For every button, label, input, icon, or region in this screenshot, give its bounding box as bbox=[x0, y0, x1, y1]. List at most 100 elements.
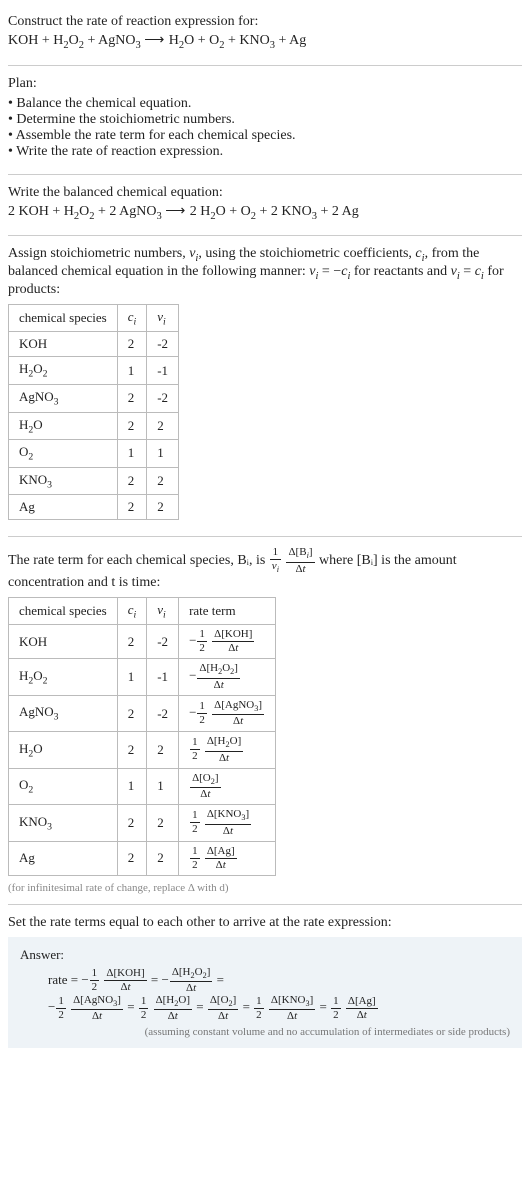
table-row: H2O21-1 bbox=[9, 357, 179, 385]
plan-item: Determine the stoichiometric numbers. bbox=[8, 112, 522, 128]
table-row: KNO322 bbox=[9, 467, 179, 495]
cell-species: O2 bbox=[9, 768, 118, 804]
cell-v: 2 bbox=[147, 412, 179, 440]
cell-rate: −12 Δ[AgNO3]Δt bbox=[179, 695, 276, 731]
plan-section: Plan: Balance the chemical equation. Det… bbox=[8, 70, 522, 170]
assign-section: Assign stoichiometric numbers, νi, using… bbox=[8, 240, 522, 532]
stoich-table: chemical species ci νi KOH2-2 H2O21-1 Ag… bbox=[8, 304, 179, 521]
cell-v: 2 bbox=[147, 841, 179, 875]
unbalanced-equation: KOH + H2O2 + AgNO3 ⟶ H2O + O2 + KNO3 + A… bbox=[8, 30, 522, 55]
cell-v: -2 bbox=[147, 332, 179, 357]
separator bbox=[8, 904, 522, 905]
plan-item: Write the rate of reaction expression. bbox=[8, 144, 522, 160]
cell-species: AgNO3 bbox=[9, 695, 118, 731]
cell-v: 1 bbox=[147, 440, 179, 468]
col-species: chemical species bbox=[9, 304, 118, 332]
table-row: KNO3 2 2 12 Δ[KNO3]Δt bbox=[9, 805, 276, 841]
cell-species: KOH bbox=[9, 332, 118, 357]
separator bbox=[8, 174, 522, 175]
table-row: AgNO3 2 -2 −12 Δ[AgNO3]Δt bbox=[9, 695, 276, 731]
cell-c: 2 bbox=[117, 412, 147, 440]
cell-c: 1 bbox=[117, 357, 147, 385]
cell-c: 2 bbox=[117, 384, 147, 412]
cell-c: 1 bbox=[117, 440, 147, 468]
rate-term-text: The rate term for each chemical species,… bbox=[8, 547, 522, 590]
table-header-row: chemical species ci νi rate term bbox=[9, 597, 276, 625]
cell-rate: 12 Δ[H2O]Δt bbox=[179, 732, 276, 768]
cell-species: H2O bbox=[9, 412, 118, 440]
plan-item: Balance the chemical equation. bbox=[8, 96, 522, 112]
cell-c: 2 bbox=[117, 732, 147, 768]
cell-v: -2 bbox=[147, 384, 179, 412]
cell-species: O2 bbox=[9, 440, 118, 468]
cell-c: 2 bbox=[117, 695, 147, 731]
table-row: H2O 2 2 12 Δ[H2O]Δt bbox=[9, 732, 276, 768]
rate-term-table: chemical species ci νi rate term KOH 2 -… bbox=[8, 597, 276, 876]
cell-c: 2 bbox=[117, 625, 147, 659]
table-row: Ag22 bbox=[9, 495, 179, 520]
assign-text: Assign stoichiometric numbers, νi, using… bbox=[8, 246, 522, 298]
answer-box: Answer: rate = −12 Δ[KOH]Δt = −Δ[H2O2]Δt… bbox=[8, 937, 522, 1048]
plan-item: Assemble the rate term for each chemical… bbox=[8, 128, 522, 144]
cell-rate: −Δ[H2O2]Δt bbox=[179, 659, 276, 695]
cell-species: KNO3 bbox=[9, 467, 118, 495]
intro-section: Construct the rate of reaction expressio… bbox=[8, 8, 522, 61]
col-rate: rate term bbox=[179, 597, 276, 625]
table-row: O2 1 1 Δ[O2]Δt bbox=[9, 768, 276, 804]
separator bbox=[8, 235, 522, 236]
cell-c: 2 bbox=[117, 467, 147, 495]
cell-c: 2 bbox=[117, 332, 147, 357]
table-row: H2O2 1 -1 −Δ[H2O2]Δt bbox=[9, 659, 276, 695]
col-species: chemical species bbox=[9, 597, 118, 625]
cell-rate: Δ[O2]Δt bbox=[179, 768, 276, 804]
balanced-equation: 2 KOH + H2O2 + 2 AgNO3 ⟶ 2 H2O + O2 + 2 … bbox=[8, 201, 522, 226]
answer-note: (assuming constant volume and no accumul… bbox=[20, 1026, 510, 1038]
cell-v: -2 bbox=[147, 695, 179, 731]
cell-species: AgNO3 bbox=[9, 384, 118, 412]
cell-v: -1 bbox=[147, 659, 179, 695]
balanced-section: Write the balanced chemical equation: 2 … bbox=[8, 179, 522, 232]
cell-rate: 12 Δ[KNO3]Δt bbox=[179, 805, 276, 841]
table-row: KOH 2 -2 −12 Δ[KOH]Δt bbox=[9, 625, 276, 659]
col-v: νi bbox=[147, 304, 179, 332]
table-row: O211 bbox=[9, 440, 179, 468]
cell-v: 2 bbox=[147, 467, 179, 495]
plan-list: Balance the chemical equation. Determine… bbox=[8, 96, 522, 160]
cell-species: Ag bbox=[9, 841, 118, 875]
plan-title: Plan: bbox=[8, 76, 522, 92]
cell-species: H2O bbox=[9, 732, 118, 768]
separator bbox=[8, 65, 522, 66]
cell-v: -2 bbox=[147, 625, 179, 659]
set-equal-section: Set the rate terms equal to each other t… bbox=[8, 909, 522, 937]
separator bbox=[8, 536, 522, 537]
cell-species: H2O2 bbox=[9, 659, 118, 695]
cell-species: Ag bbox=[9, 495, 118, 520]
construct-text: Construct the rate of reaction expressio… bbox=[8, 14, 522, 30]
answer-label: Answer: bbox=[20, 947, 510, 963]
col-c: ci bbox=[117, 597, 147, 625]
cell-species: KOH bbox=[9, 625, 118, 659]
cell-c: 1 bbox=[117, 659, 147, 695]
table-row: AgNO32-2 bbox=[9, 384, 179, 412]
cell-v: 2 bbox=[147, 495, 179, 520]
rate-term-text-a: The rate term for each chemical species,… bbox=[8, 553, 269, 568]
cell-c: 2 bbox=[117, 495, 147, 520]
set-equal-text: Set the rate terms equal to each other t… bbox=[8, 915, 522, 931]
cell-species: H2O2 bbox=[9, 357, 118, 385]
cell-rate: 12 Δ[Ag]Δt bbox=[179, 841, 276, 875]
table-row: KOH2-2 bbox=[9, 332, 179, 357]
table-row: Ag 2 2 12 Δ[Ag]Δt bbox=[9, 841, 276, 875]
balanced-title: Write the balanced chemical equation: bbox=[8, 185, 522, 201]
table-row: H2O22 bbox=[9, 412, 179, 440]
table-header-row: chemical species ci νi bbox=[9, 304, 179, 332]
cell-c: 2 bbox=[117, 805, 147, 841]
cell-v: 1 bbox=[147, 768, 179, 804]
cell-c: 1 bbox=[117, 768, 147, 804]
cell-v: 2 bbox=[147, 805, 179, 841]
cell-v: 2 bbox=[147, 732, 179, 768]
cell-c: 2 bbox=[117, 841, 147, 875]
cell-v: -1 bbox=[147, 357, 179, 385]
answer-equation: rate = −12 Δ[KOH]Δt = −Δ[H2O2]Δt = −12 Δ… bbox=[20, 967, 510, 1022]
cell-rate: −12 Δ[KOH]Δt bbox=[179, 625, 276, 659]
infinitesimal-note: (for infinitesimal rate of change, repla… bbox=[8, 882, 522, 894]
